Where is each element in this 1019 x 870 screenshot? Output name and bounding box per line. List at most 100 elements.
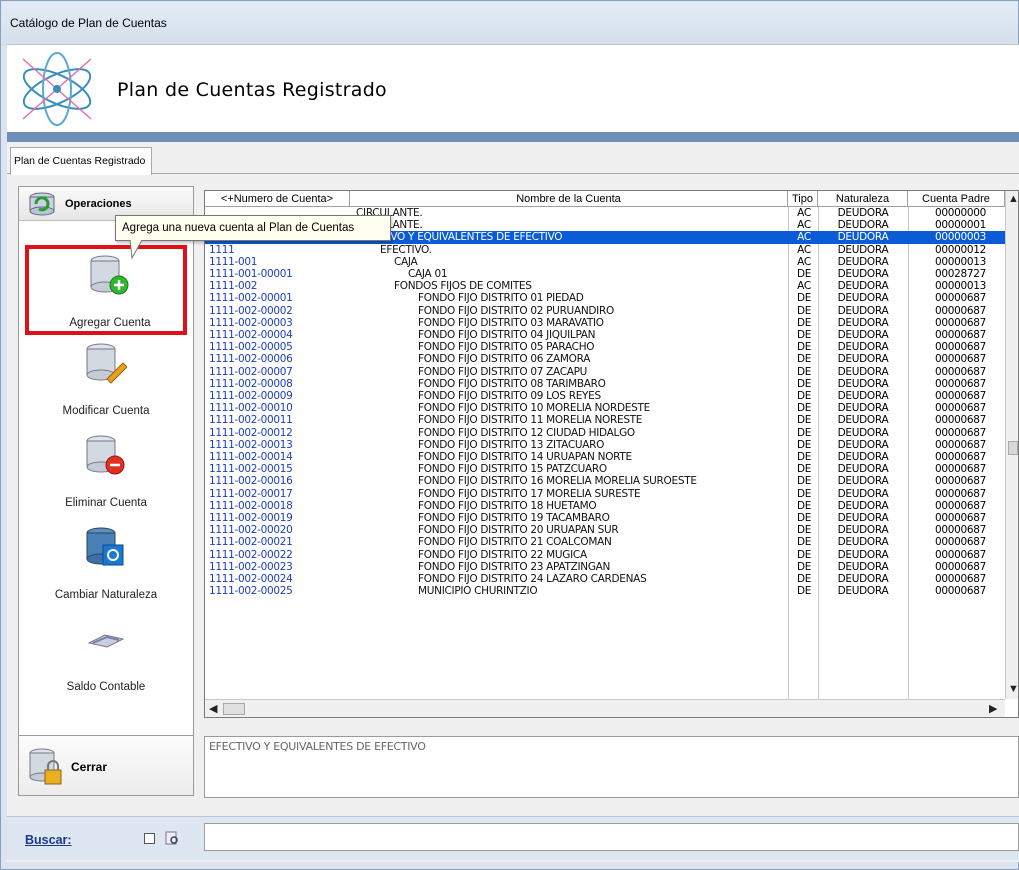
vertical-scroll-thumb[interactable] <box>1008 441 1018 455</box>
account-type-cell: DE <box>796 560 812 573</box>
column-header-number[interactable]: <+Numero de Cuenta> <box>205 191 350 206</box>
parent-account-cell: 00000687 <box>935 585 987 598</box>
account-name-cell: FONDO FIJO DISTRITO 23 APATZINGAN <box>418 560 611 573</box>
tab-strip: Plan de Cuentas Registrado <box>7 142 1019 175</box>
table-row[interactable]: 1111-002-00025 MUNICIPIO CHURINTZIO DE DEUD… <box>205 585 1018 598</box>
table-row[interactable]: 1111-002-00020 FONDO FIJO DISTRITO 20 URU… <box>205 524 1018 537</box>
account-number-cell: 1111-002-00014 <box>209 451 293 463</box>
search-options-icon[interactable] <box>165 831 179 845</box>
account-nature-cell: DEUDORA <box>837 548 889 561</box>
account-name-cell: FONDO FIJO DISTRITO 01 PIEDAD <box>418 292 584 305</box>
table-row[interactable]: 1111-002-00023 FONDO FIJO DISTRITO 23 APA… <box>205 560 1018 573</box>
parent-account-cell: 00000687 <box>935 524 987 537</box>
account-nature-cell: DEUDORA <box>837 451 889 463</box>
accounts-grid[interactable]: <+Numero de Cuenta> Nombre de la Cuenta … <box>204 190 1019 718</box>
account-description-box[interactable]: EFECTIVO Y EQUIVALENTES DE EFECTIVO <box>204 736 1019 798</box>
horizontal-scrollbar[interactable]: ◀ ▶ <box>205 699 1005 717</box>
account-type-cell: AC <box>797 243 811 256</box>
table-row[interactable]: 1111-002-00018 FONDO FIJO DISTRITO 18 HUE… <box>205 499 1018 512</box>
parent-account-cell: 00000687 <box>935 536 987 549</box>
change-nature-button[interactable]: Cambiar Naturaleza <box>25 521 187 611</box>
account-type-cell: DE <box>796 353 812 366</box>
table-row[interactable]: 1111-002-00003 FONDO FIJO DISTRITO 03 MAR… <box>205 316 1018 329</box>
column-header-name[interactable]: Nombre de la Cuenta <box>350 191 788 206</box>
close-button[interactable]: Cerrar <box>19 735 193 795</box>
table-row[interactable]: 1111-002-00017 FONDO FIJO DISTRITO 17 MOR… <box>205 487 1018 500</box>
delete-account-button[interactable]: Eliminar Cuenta <box>25 429 187 519</box>
table-row[interactable]: 1111-002-00008 FONDO FIJO DISTRITO 08 TAR… <box>205 378 1018 390</box>
database-lock-icon <box>29 748 62 785</box>
vertical-scrollbar[interactable]: ▲ ▼ <box>1005 191 1018 699</box>
account-name-cell: MUNICIPIO CHURINTZIO <box>418 585 538 598</box>
table-row[interactable]: 1111-002-00004 FONDO FIJO DISTRITO 04 JIQ… <box>205 329 1018 341</box>
scroll-right-icon[interactable]: ▶ <box>989 702 997 715</box>
scale-icon <box>87 634 125 648</box>
scroll-down-icon[interactable]: ▼ <box>1008 683 1018 695</box>
table-row[interactable]: 1111-002-00009 FONDO FIJO DISTRITO 09 LOS… <box>205 390 1018 402</box>
parent-account-cell: 00000687 <box>935 341 987 354</box>
account-nature-cell: DEUDORA <box>837 316 889 329</box>
parent-account-cell: 00000687 <box>935 390 987 402</box>
table-row[interactable]: 1111-002-00022 FONDO FIJO DISTRITO 22 MUG… <box>205 548 1018 561</box>
table-row[interactable]: 1111-002-00007 FONDO FIJO DISTRITO 07 ZAC… <box>205 365 1018 378</box>
database-remove-icon <box>86 435 125 475</box>
search-label: Buscar: <box>25 833 72 847</box>
column-header-parent[interactable]: Cuenta Padre <box>908 191 1005 206</box>
table-row[interactable]: 1111-002-00010 FONDO FIJO DISTRITO 10 MOR… <box>205 402 1018 415</box>
account-type-cell: AC <box>797 280 811 293</box>
account-type-cell: AC <box>797 255 811 268</box>
account-nature-cell: DEUDORA <box>837 463 889 476</box>
account-number-cell: 1111-002-00025 <box>209 585 293 598</box>
table-row[interactable]: 1111-001 CAJA AC DEUDORA 00000013 <box>205 255 1018 268</box>
parent-account-cell: 00000687 <box>935 463 987 476</box>
database-change-icon <box>86 527 124 566</box>
account-balance-button[interactable]: Saldo Contable <box>25 613 187 703</box>
column-header-nature[interactable]: Naturaleza <box>818 191 908 206</box>
table-row[interactable]: 1111-002-00001 FONDO FIJO DISTRITO 01 PIE… <box>205 292 1018 305</box>
parent-account-cell: 00000687 <box>935 499 987 512</box>
account-name-cell: FONDO FIJO DISTRITO 07 ZACAPU <box>418 365 588 378</box>
search-input[interactable] <box>204 823 1019 851</box>
table-row[interactable]: 1111-002-00024 FONDO FIJO DISTRITO 24 LAZ… <box>205 573 1018 585</box>
table-row[interactable]: 1111-002-00015 FONDO FIJO DISTRITO 15 PAT… <box>205 463 1018 476</box>
scroll-left-icon[interactable]: ◀ <box>209 702 217 715</box>
table-row[interactable]: 1111-002 FONDOS FIJOS DE COMITES AC DEUDORA… <box>205 280 1018 293</box>
change-nature-label: Cambiar Naturaleza <box>54 589 158 601</box>
account-name-cell: FONDO FIJO DISTRITO 24 LAZARO CARDENAS <box>418 573 647 585</box>
table-row[interactable]: 1111-002-00019 FONDO FIJO DISTRITO 19 TAC… <box>205 512 1018 524</box>
title-bar: Catálogo de Plan de Cuentas <box>2 2 1018 46</box>
table-row[interactable]: 1111-002-00006 FONDO FIJO DISTRITO 06 ZAM… <box>205 353 1018 366</box>
account-balance-label: Saldo Contable <box>66 681 146 693</box>
table-row[interactable]: 1111-001-00001 CAJA 01 DE DEUDORA 00028727 <box>205 268 1018 280</box>
add-account-button[interactable]: Agregar Cuenta <box>25 245 187 335</box>
account-type-cell: DE <box>796 390 812 402</box>
scroll-up-icon[interactable]: ▲ <box>1008 193 1018 205</box>
account-number-cell: 1111-002-00007 <box>209 365 293 378</box>
account-number-cell: 1111-002-00021 <box>209 536 293 549</box>
table-row[interactable]: 1111-002-00002 FONDO FIJO DISTRITO 02 PUR… <box>205 304 1018 317</box>
table-row[interactable]: 1111-002-00021 FONDO FIJO DISTRITO 21 COA… <box>205 536 1018 549</box>
account-nature-cell: DEUDORA <box>837 426 889 439</box>
account-nature-cell: DEUDORA <box>837 292 889 305</box>
table-row[interactable]: 1111-002-00016 FONDO FIJO DISTRITO 16 MOR… <box>205 475 1018 487</box>
table-row[interactable]: 1111-002-00011 FONDO FIJO DISTRITO 11 MOR… <box>205 414 1018 426</box>
account-name-cell: FONDO FIJO DISTRITO 20 URUAPAN SUR <box>418 524 619 537</box>
horizontal-scroll-thumb[interactable] <box>223 703 245 715</box>
account-name-cell: FONDO FIJO DISTRITO 21 COALCOMAN <box>418 536 612 549</box>
table-row[interactable]: 1111-002-00013 FONDO FIJO DISTRITO 13 ZIT… <box>205 439 1018 451</box>
table-row[interactable]: 1111-002-00012 FONDO FIJO DISTRITO 12 CIU… <box>205 426 1018 439</box>
account-nature-cell: DEUDORA <box>837 304 889 317</box>
parent-account-cell: 00000687 <box>935 560 987 573</box>
account-nature-cell: DEUDORA <box>837 402 889 415</box>
table-row[interactable]: 1111-002-00005 FONDO FIJO DISTRITO 05 PAR… <box>205 341 1018 354</box>
parent-account-cell: 00000001 <box>935 219 987 232</box>
table-row[interactable]: 1111 EFECTIVO. AC DEUDORA 00000012 <box>205 243 1018 256</box>
search-option-checkbox[interactable] <box>144 833 155 844</box>
column-header-type[interactable]: Tipo <box>788 191 818 206</box>
account-type-cell: DE <box>796 304 812 317</box>
modify-account-button[interactable]: Modificar Cuenta <box>25 337 187 427</box>
table-row[interactable]: 1111-002-00014 FONDO FIJO DISTRITO 14 URU… <box>205 451 1018 463</box>
parent-account-cell: 00000687 <box>935 487 987 500</box>
tab-plan-de-cuentas[interactable]: Plan de Cuentas Registrado <box>10 147 153 175</box>
account-type-cell: AC <box>797 219 811 232</box>
